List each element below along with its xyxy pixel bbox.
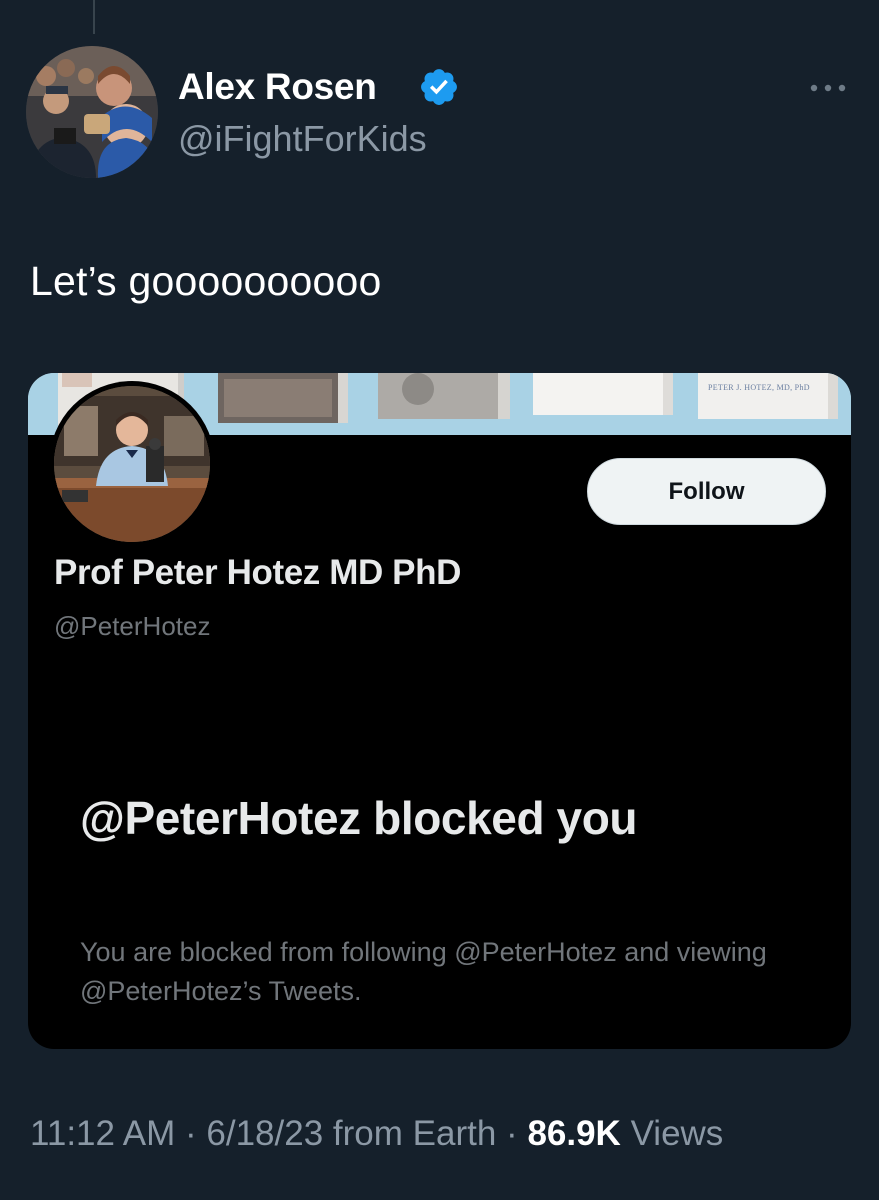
meta-separator: · — [506, 1114, 518, 1153]
tweet-text: Let’s goooooooooo — [30, 258, 382, 304]
more-dots-icon[interactable] — [806, 78, 850, 98]
tweet-date[interactable]: 6/18/23 — [206, 1114, 323, 1153]
profile-avatar[interactable] — [49, 381, 215, 547]
tweet-detail-page: Alex Rosen @iFightForKids Let’s gooooooo… — [0, 0, 879, 1200]
banner-book-title: PETER J. HOTEZ, MD, PhD — [708, 383, 810, 392]
embedded-profile-screenshot: PETER J. HOTEZ, MD, PhD Follow Prof Pete… — [28, 373, 851, 1049]
author-name[interactable]: Alex Rosen — [178, 66, 377, 108]
profile-display-name: Prof Peter Hotez MD PhD — [54, 553, 461, 592]
tweet-time[interactable]: 11:12 AM — [30, 1114, 175, 1153]
profile-handle: @PeterHotez — [54, 611, 211, 641]
blocked-notice-title: @PeterHotez blocked you — [80, 792, 638, 844]
follow-button[interactable]: Follow — [587, 458, 826, 525]
profile-avatar-image — [54, 386, 210, 542]
tweet-source: from Earth — [332, 1114, 497, 1153]
thread-connector-line — [93, 0, 95, 34]
verified-badge-icon — [418, 66, 460, 108]
blocked-notice-description: You are blocked from following @PeterHot… — [80, 937, 767, 1006]
author-handle[interactable]: @iFightForKids — [178, 118, 427, 160]
meta-separator: · — [185, 1114, 197, 1153]
author-avatar-image — [26, 46, 158, 178]
author-avatar[interactable] — [26, 46, 158, 178]
views-label: Views — [630, 1114, 724, 1153]
views-count[interactable]: 86.9K — [527, 1114, 620, 1153]
tweet-meta: 11:12 AM · 6/18/23 from Earth · 86.9K Vi… — [30, 1114, 723, 1154]
